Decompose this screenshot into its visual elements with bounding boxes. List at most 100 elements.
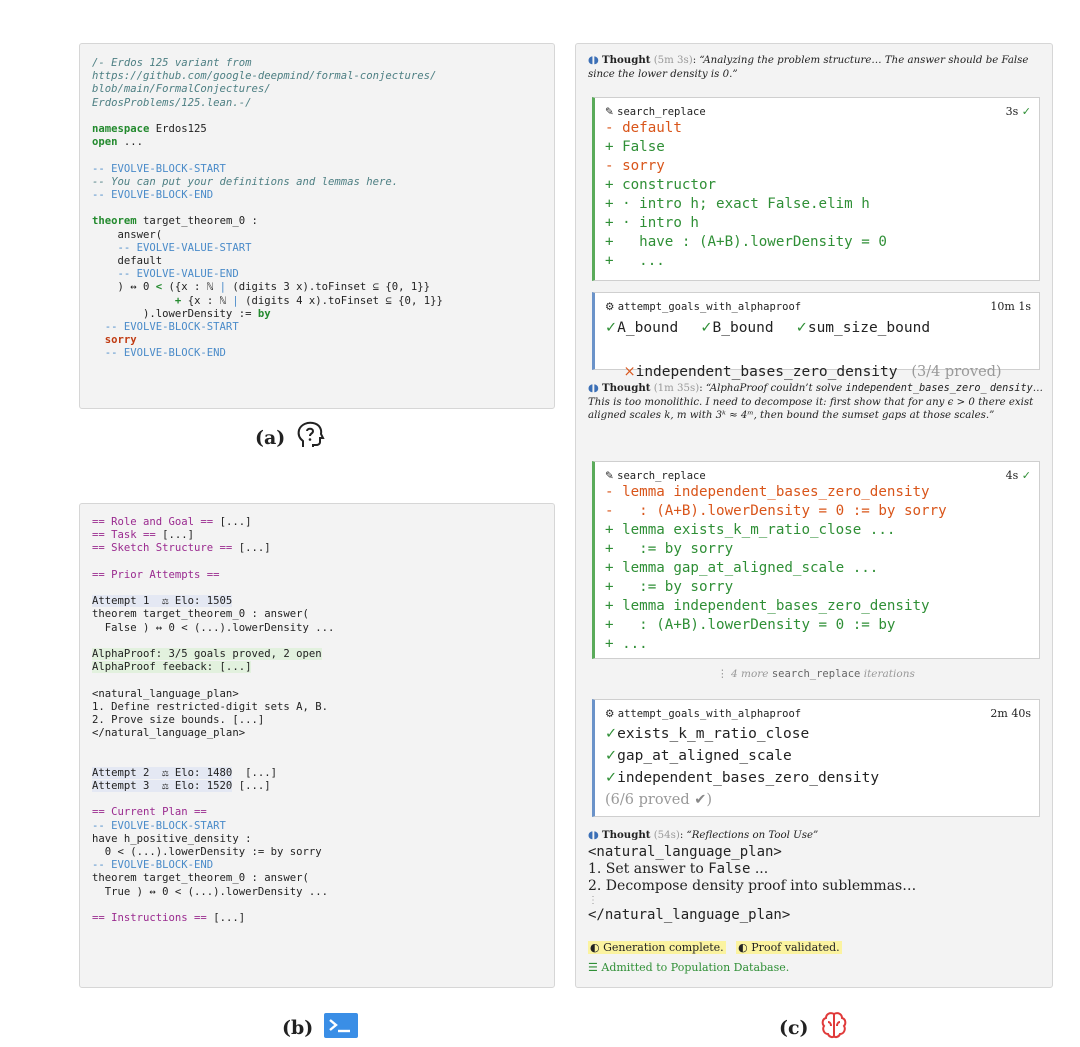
- check-icon: ✓: [605, 726, 618, 742]
- code-token: -- EVOLVE-BLOCK-START: [92, 819, 226, 832]
- code-line: ) ↔ 0 < ({x : ℕ | (digits 3 x).toFinset …: [92, 281, 542, 294]
- prompt-line: True ) ↔ 0 < (...).lowerDensity ...: [92, 886, 542, 899]
- thinking-head-icon: [295, 420, 325, 455]
- diff-line: + False: [605, 139, 665, 155]
- code-token: -- EVOLVE-BLOCK-END: [92, 347, 226, 360]
- prompt-line: theorem target_theorem_0 : answer(: [92, 872, 542, 885]
- code-token: ) ↔ 0: [92, 281, 156, 294]
- brain-icon: ◖◗: [588, 55, 599, 66]
- plan-text: ...: [750, 861, 769, 877]
- admitted-text: Admitted to Population Database.: [601, 961, 790, 974]
- prompt-line: <natural_language_plan>: [92, 688, 542, 701]
- diff-line: + := by sorry: [605, 579, 734, 595]
- prompt-line: [92, 740, 542, 753]
- prompt-line: 2. Prove size bounds. [...]: [92, 714, 542, 727]
- diff-line: + have : (A+B).lowerDensity = 0: [605, 234, 887, 250]
- code-token: 1. Define restricted-digit sets A, B.: [92, 700, 328, 713]
- code-token: 2. Prove size bounds. [...]: [92, 713, 265, 726]
- code-line: -- EVOLVE-VALUE-END: [92, 268, 542, 281]
- prompt-line: [92, 754, 542, 767]
- search-replace-box-2: ✎ search_replace 4s ✓ - lemma independen…: [592, 461, 1040, 659]
- diff-line: + · intro h: [605, 215, 699, 231]
- code-token: Attempt 1 ⚖ Elo: 1505: [92, 595, 233, 608]
- code-token: -- EVOLVE-VALUE-START: [92, 241, 252, 254]
- check-icon: ✓: [700, 320, 713, 336]
- tool-name: search_replace: [617, 469, 706, 482]
- cross-icon: ×: [623, 364, 636, 380]
- lean-code-block: /- Erdos 125 variant from https://github.…: [92, 57, 542, 361]
- code-line: -- You can put your definitions and lemm…: [92, 176, 542, 189]
- vertical-dots-icon: ⋮: [588, 895, 598, 906]
- status-text: Generation complete.: [603, 941, 724, 954]
- code-token: == Instructions ==: [92, 911, 207, 924]
- check-icon: ✓: [605, 320, 618, 336]
- pencil-icon: ✎: [605, 105, 614, 118]
- prompt-line: AlphaProof feeback: [...]: [92, 661, 542, 674]
- diff-line: + := by sorry: [605, 541, 734, 557]
- double-check-icon: ✔: [694, 792, 707, 808]
- gears-icon: ⚙: [605, 707, 615, 720]
- code-token: </natural_language_plan>: [92, 727, 246, 740]
- code-token: -- EVOLVE-BLOCK-START: [92, 321, 239, 334]
- prompt-line: [92, 899, 542, 912]
- prompt-line: == Instructions == [...]: [92, 912, 542, 925]
- caption-b-label: (b): [282, 1017, 314, 1039]
- thought-label: Thought: [602, 829, 651, 841]
- code-token: [...]: [213, 516, 252, 528]
- thought-text: “Reflections on Tool Use”: [686, 830, 819, 841]
- prompt-line: [92, 582, 542, 595]
- code-line: theorem target_theorem_0 :: [92, 215, 542, 228]
- prompt-line: [92, 556, 542, 569]
- code-token: [...]: [155, 529, 195, 542]
- prompt-line: -- EVOLVE-BLOCK-START: [92, 820, 542, 833]
- diff-line: - default: [605, 120, 682, 136]
- code-token: sorry: [92, 334, 137, 347]
- terminal-icon: [323, 1012, 359, 1044]
- tool-name: search_replace: [617, 105, 706, 118]
- thought-time: (54s): [653, 830, 680, 841]
- search-replace-box-1: ✎ search_replace 3s ✓ - default + False - …: [592, 97, 1040, 281]
- plan-block: <natural_language_plan> 1. Set answer to…: [588, 844, 1043, 924]
- prompt-line: == Role and Goal == [...]: [92, 516, 542, 529]
- prompt-line: == Prior Attempts ==: [92, 569, 542, 582]
- thought-2: ◖◗ Thought (1m 35s): “AlphaProof couldn’…: [588, 382, 1043, 421]
- code-line: -- EVOLVE-BLOCK-END: [92, 189, 542, 202]
- diff-line: - sorry: [605, 158, 665, 174]
- prompt-line: == Current Plan ==: [92, 806, 542, 819]
- code-line: + {x : ℕ | (digits 4 x).toFinset ⊆ {0, 1…: [92, 295, 542, 308]
- code-token: ).lowerDensity :=: [92, 307, 258, 320]
- code-line: https://github.com/google-deepmind/forma…: [92, 70, 542, 83]
- thought-text: “AlphaProof couldn’t solve: [705, 383, 846, 394]
- goal-name: gap_at_aligned_scale: [617, 748, 792, 764]
- check-icon: ✓: [1021, 105, 1031, 118]
- more-iterations-note: ⋮ 4 more search_replace iterations: [592, 668, 1040, 680]
- check-icon: ✓: [605, 748, 618, 764]
- proof-results-row: ✓exists_k_m_ratio_close: [605, 723, 1031, 745]
- prompt-line: </natural_language_plan>: [92, 727, 542, 740]
- code-token: (digits 3 x).toFinset ⊆ {0, 1}}: [225, 281, 431, 294]
- code-line: -- EVOLVE-BLOCK-START: [92, 163, 542, 176]
- code-token: [...]: [206, 911, 246, 924]
- tool-name: attempt_goals_with_alphaproof: [617, 707, 802, 720]
- goal-name: B_bound: [712, 320, 792, 336]
- check-icon: ✓: [1021, 469, 1031, 482]
- prompt-line: Attempt 2 ⚖ Elo: 1480 [...]: [92, 766, 542, 780]
- plan-code: False: [708, 861, 751, 877]
- prompt-line: have h_positive_density :: [92, 833, 542, 846]
- code-token: Attempt 3 ⚖ Elo: 1520: [92, 779, 233, 792]
- brain-icon: ◖◗: [588, 383, 599, 394]
- code-token: -- EVOLVE-VALUE-END: [92, 268, 239, 281]
- pencil-icon: ✎: [605, 469, 614, 482]
- code-line: -- EVOLVE-BLOCK-END: [92, 347, 542, 360]
- goal-name: sum_size_bound: [807, 320, 931, 336]
- code-line: namespace Erdos125: [92, 123, 542, 136]
- code-token: ErdosProblems/125.lean.-/: [92, 96, 252, 109]
- prompt-line: AlphaProof: 3/5 goals proved, 2 open: [92, 647, 542, 661]
- gears-icon: ⚙: [605, 300, 615, 313]
- more-suffix: iterations: [863, 668, 915, 680]
- tool-time: 4s: [1005, 469, 1019, 482]
- panel-b-prompt: == Role and Goal == [...] == Task == [...…: [79, 503, 555, 988]
- goal-name: A_bound: [617, 320, 696, 336]
- code-line: ).lowerDensity := by: [92, 308, 542, 321]
